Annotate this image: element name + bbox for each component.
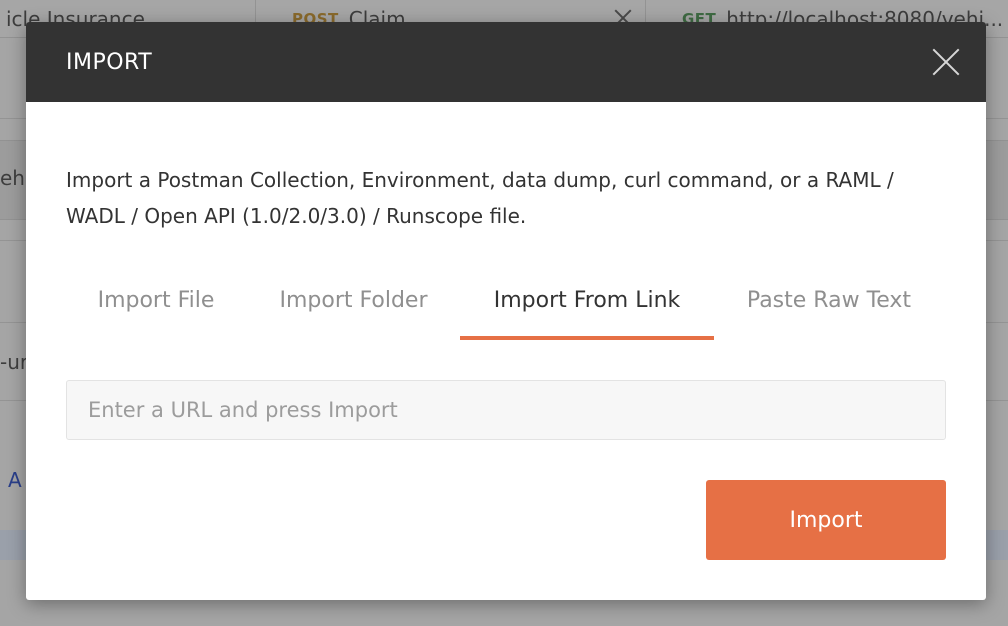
background-text: -ur — [0, 350, 26, 374]
modal-title: IMPORT — [66, 49, 153, 75]
close-icon[interactable] — [932, 48, 960, 76]
import-button[interactable]: Import — [706, 480, 946, 560]
url-input[interactable] — [66, 380, 946, 440]
import-tabs: Import File Import Folder Import From Li… — [66, 280, 946, 340]
import-description: Import a Postman Collection, Environment… — [66, 168, 894, 228]
tab-paste-raw-text[interactable]: Paste Raw Text — [734, 280, 924, 340]
modal-header: IMPORT — [26, 22, 986, 102]
tab-import-file[interactable]: Import File — [66, 280, 246, 340]
import-modal: IMPORT Import a Postman Collection, Envi… — [26, 22, 986, 600]
tab-import-folder[interactable]: Import Folder — [266, 280, 441, 340]
background-text: eh — [0, 166, 25, 190]
tab-import-from-link[interactable]: Import From Link — [460, 280, 714, 340]
